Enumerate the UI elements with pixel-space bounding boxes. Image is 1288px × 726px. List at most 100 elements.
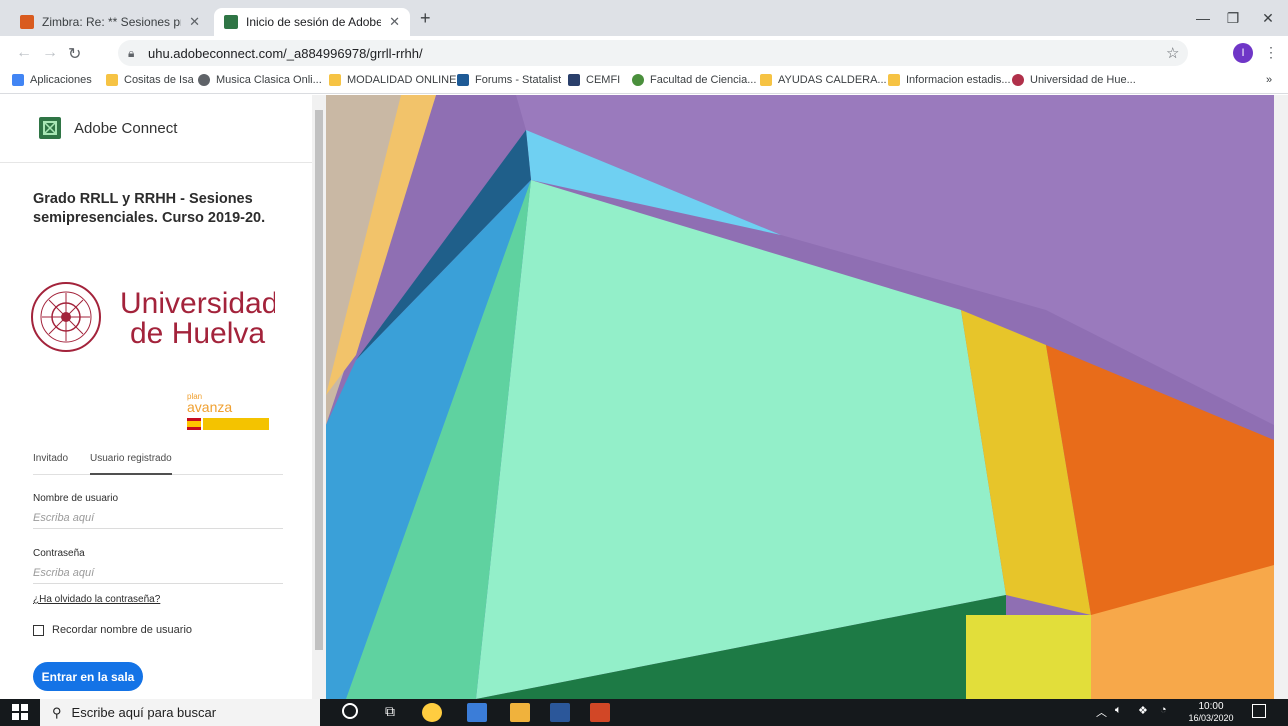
- username-label: Nombre de usuario: [33, 493, 119, 504]
- bookmark-label: Cositas de Isa: [124, 74, 194, 86]
- cortana-icon[interactable]: [342, 703, 358, 719]
- zimbra-favicon-icon: [20, 15, 34, 29]
- bookmark-label: CEMFI: [586, 74, 621, 86]
- background-artwork: [326, 95, 1274, 699]
- adobe-connect-logo-icon: [39, 117, 61, 139]
- panel-scrollbar-thumb[interactable]: [315, 110, 323, 650]
- bookmark-apps[interactable]: Aplicaciones: [12, 74, 92, 86]
- bookmark-item[interactable]: Musica Clasica Onli...: [198, 74, 322, 86]
- university-icon: [1012, 74, 1024, 86]
- university-name-line1: Universidad: [120, 287, 275, 320]
- new-tab-button[interactable]: +: [420, 8, 431, 29]
- powerpoint-icon[interactable]: [590, 703, 610, 722]
- volume-icon[interactable]: 🔈︎: [1115, 704, 1122, 717]
- bookmarks-bar: Aplicaciones Cositas de Isa Musica Clasi…: [0, 70, 1288, 94]
- close-icon[interactable]: ✕: [389, 14, 400, 30]
- university-seal-icon: [31, 282, 101, 352]
- window-close-icon[interactable]: ✕: [1245, 10, 1288, 27]
- folder-icon: [888, 74, 900, 86]
- plan-big-text: avanza: [187, 399, 232, 415]
- page-scrollbar[interactable]: [1274, 95, 1288, 699]
- university-name-line2: de Huelva: [130, 317, 265, 350]
- search-placeholder: Escribe aquí para buscar: [71, 705, 217, 720]
- clock-date[interactable]: 16/03/2020: [1186, 713, 1236, 723]
- tab-registered-user[interactable]: Usuario registrado: [90, 453, 172, 475]
- search-icon: ⚲: [52, 704, 62, 720]
- password-input[interactable]: [33, 562, 283, 584]
- adobe-connect-favicon-icon: [224, 15, 238, 29]
- login-type-tabs: Invitado Usuario registrado: [33, 445, 283, 475]
- remember-username-label: Recordar nombre de usuario: [52, 624, 193, 636]
- wifi-icon[interactable]: ◔: [1160, 704, 1167, 716]
- menu-icon[interactable]: ⋮: [1264, 44, 1278, 61]
- taskbar-search[interactable]: ⚲ Escribe aquí para buscar: [40, 699, 320, 726]
- tray-chevron-icon[interactable]: ︿: [1096, 704, 1107, 720]
- checkbox-icon[interactable]: [33, 624, 44, 636]
- dropbox-icon[interactable]: ❖: [1138, 704, 1148, 717]
- bookmark-label: AYUDAS CALDERA...: [778, 74, 887, 86]
- globe-icon: [198, 74, 210, 86]
- lock-icon: 🔒︎: [128, 46, 135, 60]
- remember-username-checkbox[interactable]: Recordar nombre de usuario: [33, 624, 192, 636]
- bookmark-item[interactable]: CEMFI: [568, 74, 620, 86]
- chrome-icon[interactable]: [422, 703, 442, 722]
- notifications-icon[interactable]: [1252, 704, 1266, 718]
- windows-start-icon[interactable]: [12, 704, 28, 720]
- bookmark-label: Forums - Statalist: [475, 74, 562, 86]
- bookmark-item[interactable]: Universidad de Hue...: [1012, 74, 1136, 86]
- username-input[interactable]: [33, 507, 283, 529]
- folder-icon: [760, 74, 772, 86]
- more-bookmarks-button[interactable]: »: [1266, 74, 1272, 86]
- bookmark-label: Informacion estadis...: [906, 74, 1011, 86]
- app-name: Adobe Connect: [74, 120, 178, 137]
- task-view-icon[interactable]: ⧉: [385, 703, 395, 720]
- bookmark-star-icon[interactable]: ☆: [1166, 44, 1179, 62]
- bookmark-label: MODALIDAD ONLINE: [347, 74, 457, 86]
- folder-icon: [329, 74, 341, 86]
- forgot-password-link[interactable]: ¿Ha olvidado la contraseña?: [33, 594, 160, 605]
- meeting-title: Grado RRLL y RRHH - Sesiones semipresenc…: [33, 191, 266, 226]
- bookmark-folder[interactable]: Cositas de Isa: [106, 74, 194, 86]
- reload-icon[interactable]: ↻: [68, 44, 81, 64]
- forward-icon[interactable]: →: [42, 44, 58, 62]
- tab-zimbra[interactable]: Zimbra: Re: ** Sesiones presencia ✕: [10, 8, 210, 36]
- calculator-icon[interactable]: [467, 703, 487, 722]
- cemfi-icon: [568, 74, 580, 86]
- spain-flag-icon: [187, 418, 201, 430]
- windows-taskbar: ⚲ Escribe aquí para buscar ⧉ ︿ 🔈︎ ❖ ◔ 10…: [0, 699, 1288, 726]
- tab-adobe-connect[interactable]: Inicio de sesión de Adobe Conne ✕: [214, 8, 410, 36]
- tab-guest[interactable]: Invitado: [33, 453, 68, 464]
- address-bar[interactable]: 🔒︎ uhu.adobeconnect.com/_a884996978/grrl…: [118, 40, 1188, 66]
- close-icon[interactable]: ✕: [189, 14, 200, 30]
- bookmark-folder[interactable]: MODALIDAD ONLINE: [329, 74, 456, 86]
- app-header: Adobe Connect: [0, 95, 312, 163]
- tab-title: Inicio de sesión de Adobe Conne: [246, 15, 382, 29]
- bookmark-label: Universidad de Hue...: [1030, 74, 1136, 86]
- statalist-icon: [457, 74, 469, 86]
- back-icon[interactable]: ←: [16, 44, 32, 62]
- file-explorer-icon[interactable]: [510, 703, 530, 722]
- bookmark-item[interactable]: Forums - Statalist: [457, 74, 561, 86]
- apps-grid-icon: [12, 74, 24, 86]
- word-icon[interactable]: [550, 703, 570, 722]
- university-logo: Universidad de Huelva: [30, 281, 278, 353]
- folder-icon: [106, 74, 118, 86]
- plan-avanza-logo: plan avanza: [185, 390, 275, 436]
- password-label: Contraseña: [33, 548, 85, 559]
- ministry-badge: [203, 418, 269, 430]
- tab-title: Zimbra: Re: ** Sesiones presencia: [42, 15, 181, 29]
- bookmark-folder[interactable]: Informacion estadis...: [888, 74, 1011, 86]
- bookmark-item[interactable]: Facultad de Ciencia...: [632, 74, 756, 86]
- url-text: uhu.adobeconnect.com/_a884996978/grrll-r…: [148, 46, 423, 61]
- enter-room-button[interactable]: Entrar en la sala: [33, 662, 143, 691]
- bookmark-label: Aplicaciones: [30, 74, 92, 86]
- browser-tab-strip: Zimbra: Re: ** Sesiones presencia ✕ Inic…: [0, 0, 1288, 36]
- bookmark-label: Facultad de Ciencia...: [650, 74, 757, 86]
- profile-avatar[interactable]: I: [1233, 43, 1253, 63]
- login-panel: Adobe Connect Grado RRLL y RRHH - Sesion…: [0, 95, 312, 699]
- browser-toolbar: ← → ↻ 🔒︎ uhu.adobeconnect.com/_a88499697…: [0, 36, 1288, 70]
- clock-time[interactable]: 10:00: [1186, 701, 1236, 712]
- faculty-icon: [632, 74, 644, 86]
- bookmark-folder[interactable]: AYUDAS CALDERA...: [760, 74, 887, 86]
- bookmark-label: Musica Clasica Onli...: [216, 74, 322, 86]
